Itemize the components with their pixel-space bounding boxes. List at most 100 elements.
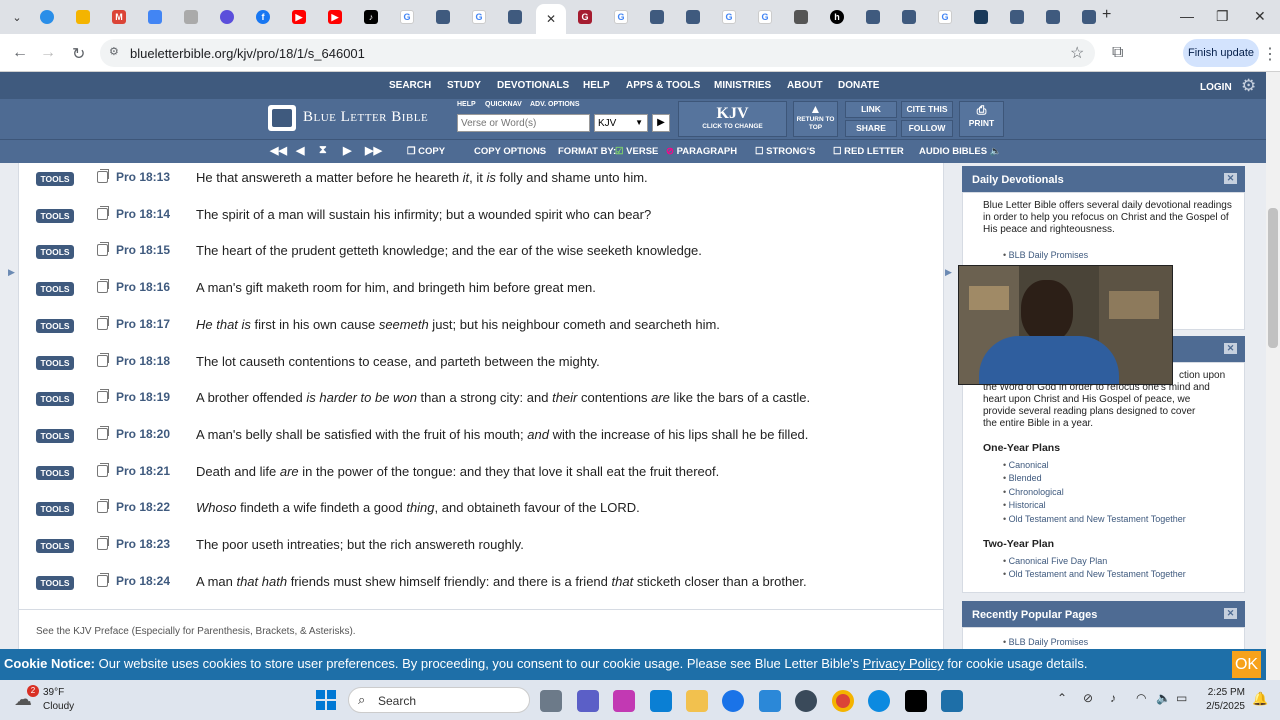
tab-2[interactable] bbox=[68, 6, 98, 28]
plan-link[interactable]: Old Testament and New Testament Together bbox=[1003, 569, 1186, 579]
verse-reference[interactable]: Pro 18:16 bbox=[116, 280, 170, 294]
copy-icon[interactable] bbox=[97, 169, 109, 183]
verse-reference[interactable]: Pro 18:21 bbox=[116, 464, 170, 478]
chapter-list-icon[interactable]: ⧗ bbox=[319, 144, 327, 157]
plan-link[interactable]: Old Testament and New Testament Together bbox=[1003, 514, 1186, 524]
tools-button[interactable]: TOOLS bbox=[36, 539, 74, 553]
app-icon[interactable] bbox=[759, 690, 781, 712]
tab-21[interactable]: G bbox=[750, 6, 780, 28]
brand-title[interactable]: Blue Letter Bible bbox=[303, 109, 428, 126]
scroll-thumb[interactable] bbox=[1268, 208, 1278, 348]
link-button[interactable]: LINK bbox=[845, 101, 897, 118]
blb-logo-icon[interactable] bbox=[268, 105, 296, 131]
maximize-icon[interactable]: ❐ bbox=[1216, 8, 1229, 25]
tab-3[interactable]: M bbox=[104, 6, 134, 28]
minimize-icon[interactable]: — bbox=[1180, 8, 1194, 24]
plan-link[interactable]: Chronological bbox=[1003, 487, 1064, 497]
nav-donate[interactable]: DONATE bbox=[838, 80, 879, 91]
next-chapter-icon[interactable]: ▶ bbox=[343, 144, 351, 157]
nav-search[interactable]: SEARCH bbox=[389, 80, 431, 91]
tools-button[interactable]: TOOLS bbox=[36, 392, 74, 407]
tab-9[interactable]: ▶ bbox=[320, 6, 350, 28]
red-letter-toggle[interactable]: ☐ RED LETTER bbox=[833, 146, 904, 157]
collapse-left-icon[interactable]: ▶ bbox=[8, 267, 15, 278]
wifi-icon[interactable]: ◠ bbox=[1136, 691, 1146, 705]
menu-icon[interactable]: ⋮ bbox=[1262, 44, 1278, 64]
reload-icon[interactable]: ↻ bbox=[72, 44, 85, 64]
version-change-button[interactable]: KJV CLICK TO CHANGE bbox=[678, 101, 787, 137]
nav-study[interactable]: STUDY bbox=[447, 80, 481, 91]
tools-button[interactable]: TOOLS bbox=[36, 318, 74, 333]
preface-link[interactable]: See the KJV Preface (Especially for Pare… bbox=[36, 626, 356, 637]
search-input[interactable] bbox=[457, 114, 590, 132]
notepad-icon[interactable] bbox=[941, 690, 963, 712]
tools-button[interactable]: TOOLS bbox=[36, 172, 74, 186]
tab-27[interactable] bbox=[966, 6, 996, 28]
mic-icon[interactable]: ♪ bbox=[1110, 691, 1116, 705]
tab-26[interactable]: G bbox=[930, 6, 960, 28]
prev-chapter-icon[interactable]: ◀ bbox=[296, 144, 304, 157]
extensions-icon[interactable]: ⧉ bbox=[1112, 44, 1123, 62]
copy-icon[interactable] bbox=[97, 242, 109, 257]
verse-reference[interactable]: Pro 18:24 bbox=[116, 574, 170, 588]
clock-date[interactable]: 2/5/2025 bbox=[1200, 701, 1245, 712]
share-button[interactable]: SHARE bbox=[845, 120, 897, 137]
tab-17[interactable]: G bbox=[606, 6, 636, 28]
cite-button[interactable]: CITE THIS bbox=[901, 101, 953, 118]
tools-button[interactable]: TOOLS bbox=[36, 355, 74, 370]
copy-icon[interactable] bbox=[97, 389, 109, 404]
copy-button[interactable]: ❐ COPY bbox=[407, 146, 445, 157]
finish-update-button[interactable]: Finish update bbox=[1183, 39, 1259, 67]
windows-start-icon[interactable] bbox=[316, 690, 336, 710]
tab-13[interactable]: G bbox=[464, 6, 494, 28]
verse-reference[interactable]: Pro 18:13 bbox=[116, 170, 170, 184]
tab-10[interactable]: ♪ bbox=[356, 6, 386, 28]
verse-reference[interactable]: Pro 18:17 bbox=[116, 317, 170, 331]
store-icon[interactable] bbox=[650, 690, 672, 712]
edge-icon[interactable] bbox=[868, 690, 890, 712]
nav-apps-tools[interactable]: APPS & TOOLS bbox=[626, 80, 700, 91]
version-select[interactable]: KJV ▼ bbox=[594, 114, 648, 132]
tab-22[interactable] bbox=[786, 6, 816, 28]
tab-5[interactable] bbox=[176, 6, 206, 28]
tools-button[interactable]: TOOLS bbox=[36, 282, 74, 297]
tab-1[interactable] bbox=[32, 6, 62, 28]
tools-button[interactable]: TOOLS bbox=[36, 428, 74, 443]
tab-23[interactable]: h bbox=[822, 6, 852, 28]
back-icon[interactable]: ← bbox=[12, 44, 28, 62]
tab-7[interactable]: f bbox=[248, 6, 278, 28]
window-close-icon[interactable]: ✕ bbox=[1254, 8, 1266, 25]
copy-icon[interactable] bbox=[97, 425, 109, 440]
copy-icon[interactable] bbox=[97, 499, 109, 514]
adv-options-link[interactable]: ADV. OPTIONS bbox=[530, 101, 580, 108]
site-info-icon[interactable]: ⚙ bbox=[109, 45, 119, 58]
tab-4[interactable] bbox=[140, 6, 170, 28]
new-tab-icon[interactable]: + bbox=[1102, 6, 1111, 24]
verse-reference[interactable]: Pro 18:23 bbox=[116, 537, 170, 551]
tray-icon[interactable]: ⊘ bbox=[1083, 691, 1093, 705]
forward-icon[interactable]: → bbox=[40, 44, 56, 62]
file-explorer-icon[interactable] bbox=[686, 690, 708, 712]
tab-28[interactable] bbox=[1002, 6, 1032, 28]
audio-bibles-button[interactable]: AUDIO BIBLES 🔈 bbox=[919, 146, 1002, 157]
nav-devotionals[interactable]: DEVOTIONALS bbox=[497, 80, 569, 91]
verse-reference[interactable]: Pro 18:20 bbox=[116, 427, 170, 441]
tab-16[interactable]: G bbox=[570, 6, 600, 28]
format-verse-option[interactable]: ☑ VERSE bbox=[615, 146, 658, 157]
login-link[interactable]: LOGIN bbox=[1200, 82, 1232, 93]
volume-icon[interactable]: 🔈 bbox=[1156, 691, 1171, 705]
tab-20[interactable]: G bbox=[714, 6, 744, 28]
copy-icon[interactable] bbox=[97, 315, 109, 330]
bookmark-star-icon[interactable]: ☆ bbox=[1070, 43, 1084, 63]
copy-icon[interactable] bbox=[97, 462, 109, 477]
copy-icon[interactable] bbox=[97, 205, 109, 220]
tools-button[interactable]: TOOLS bbox=[36, 502, 74, 517]
battery-icon[interactable]: ▭ bbox=[1176, 691, 1187, 705]
tray-chevron-icon[interactable]: ⌃ bbox=[1057, 691, 1067, 705]
last-chapter-icon[interactable]: ▶▶ bbox=[365, 144, 382, 157]
close-icon[interactable]: ✕ bbox=[1224, 173, 1237, 184]
page-scrollbar[interactable] bbox=[1266, 72, 1280, 680]
tab-30[interactable] bbox=[1074, 6, 1104, 28]
follow-button[interactable]: FOLLOW bbox=[901, 120, 953, 137]
tab-19[interactable] bbox=[678, 6, 708, 28]
